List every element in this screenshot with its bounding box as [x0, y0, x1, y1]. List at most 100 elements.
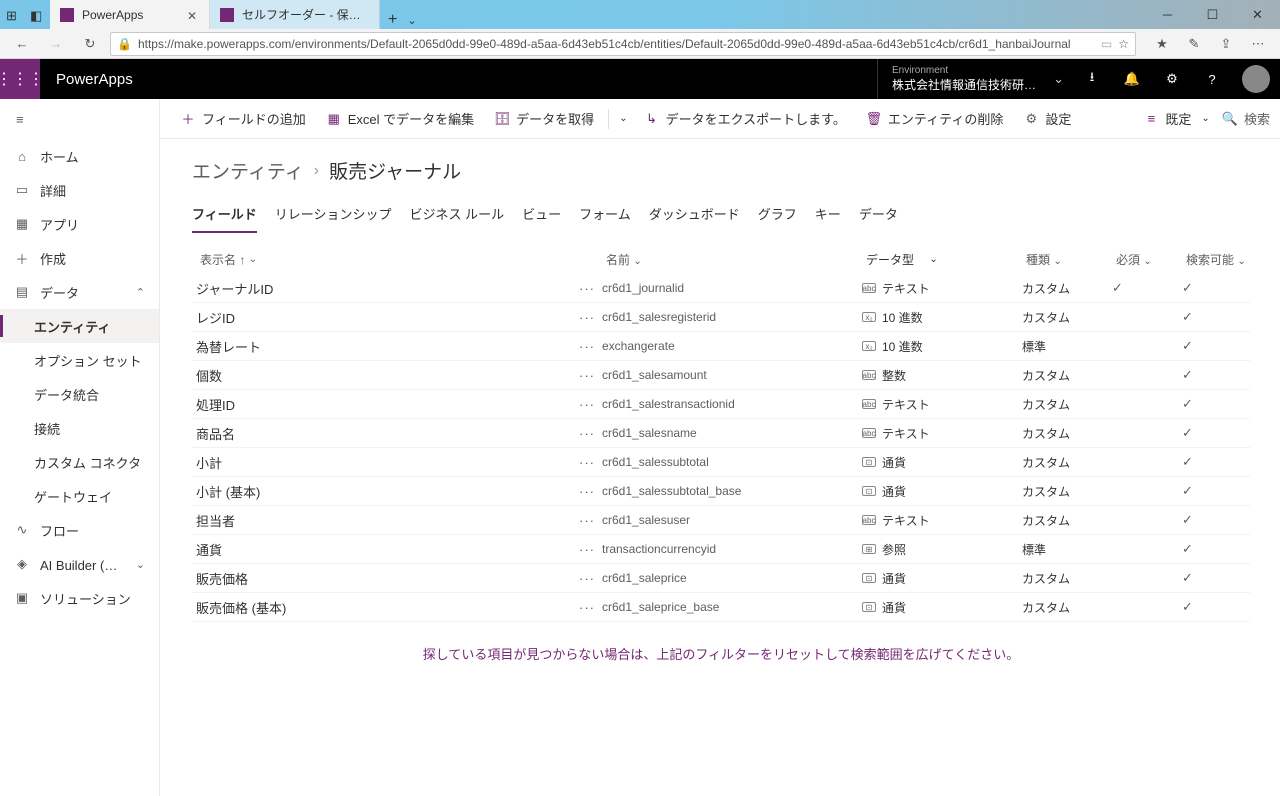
app-launcher-button[interactable]: ⋮⋮⋮ — [0, 59, 40, 99]
col-required[interactable]: 必須 ⌄ — [1116, 251, 1186, 268]
breadcrumb-root[interactable]: エンティティ — [192, 157, 304, 184]
edit-excel-button[interactable]: ▦Excel でデータを編集 — [318, 103, 482, 135]
more-icon[interactable]: ⋯ — [1244, 30, 1272, 58]
table-row[interactable]: レジID···cr6d1_salesregisteridx₂10 進数カスタム✓ — [192, 303, 1250, 332]
chevron-down-icon[interactable]: ⌄ — [407, 14, 416, 27]
row-more-button[interactable]: ··· — [572, 339, 602, 354]
col-display[interactable]: 表示名 ↑ ⌄ — [196, 251, 576, 268]
row-more-button[interactable]: ··· — [572, 426, 602, 441]
row-more-button[interactable]: ··· — [572, 397, 602, 412]
sidebar-item-entities[interactable]: エンティティ — [0, 309, 159, 343]
row-more-button[interactable]: ··· — [572, 542, 602, 557]
table-row[interactable]: 通貨···transactioncurrencyid⊞参照標準✓ — [192, 535, 1250, 564]
sidebar-item-apps[interactable]: ▦アプリ — [0, 207, 159, 241]
settings-icon[interactable]: ⚙ — [1152, 59, 1192, 99]
environment-picker[interactable]: Environment 株式会社情報通信技術研究開... ⌄ — [877, 59, 1072, 99]
sidebar-item-gateways[interactable]: ゲートウェイ — [0, 479, 159, 513]
row-more-button[interactable]: ··· — [572, 455, 602, 470]
sidebar-item-optionsets[interactable]: オプション セット — [0, 343, 159, 377]
sidebar-item-aibuilder[interactable]: ◈AI Builder (プレビュー)⌄ — [0, 547, 159, 581]
type-icon: ⊡ — [862, 573, 876, 583]
col-searchable[interactable]: 検索可能 ⌄ — [1186, 251, 1246, 268]
cell-category: カスタム — [1022, 512, 1112, 529]
reading-view-icon[interactable]: ▭ — [1101, 37, 1112, 51]
new-tab-icon[interactable]: + — [388, 11, 397, 29]
help-icon[interactable]: ? — [1192, 59, 1232, 99]
url-input[interactable]: 🔒 https://make.powerapps.com/environment… — [110, 32, 1136, 56]
row-more-button[interactable]: ··· — [572, 513, 602, 528]
col-type[interactable]: データ型 ⌄ — [866, 251, 1026, 268]
favorites-icon[interactable]: ★ — [1148, 30, 1176, 58]
cell-display: 為替レート — [192, 337, 572, 356]
row-more-button[interactable]: ··· — [572, 368, 602, 383]
apps-icon: ▦ — [14, 216, 30, 232]
favorite-icon[interactable]: ☆ — [1118, 37, 1129, 51]
app-name[interactable]: PowerApps — [40, 71, 149, 88]
notes-icon[interactable]: ✎ — [1180, 30, 1208, 58]
download-icon[interactable]: ⭳ — [1072, 59, 1112, 99]
cell-category: カスタム — [1022, 425, 1112, 442]
get-data-dropdown[interactable]: ⌄ — [615, 103, 631, 135]
maximize-button[interactable]: ☐ — [1190, 0, 1235, 29]
row-more-button[interactable]: ··· — [572, 484, 602, 499]
sidebar-item-data[interactable]: ▤データ⌃ — [0, 275, 159, 309]
tab-keys[interactable]: キー — [815, 200, 841, 233]
share-icon[interactable]: ⇪ — [1212, 30, 1240, 58]
table-row[interactable]: 販売価格 (基本)···cr6d1_saleprice_base⊡通貨カスタム✓ — [192, 593, 1250, 622]
table-row[interactable]: 個数···cr6d1_salesamountabc整数カスタム✓ — [192, 361, 1250, 390]
forward-button[interactable]: → — [42, 30, 70, 58]
tab-fields[interactable]: フィールド — [192, 200, 257, 233]
row-more-button[interactable]: ··· — [572, 281, 602, 296]
sidebar-item-flows[interactable]: ∿フロー — [0, 513, 159, 547]
tab-charts[interactable]: グラフ — [758, 200, 797, 233]
tab-aside-icon[interactable]: ◧ — [30, 8, 44, 22]
cell-category: カスタム — [1022, 483, 1112, 500]
col-name[interactable]: 名前 ⌄ — [606, 251, 866, 268]
notifications-icon[interactable]: 🔔 — [1112, 59, 1152, 99]
sidebar-item-solutions[interactable]: ▣ソリューション — [0, 581, 159, 615]
view-dropdown[interactable]: ≡既定⌄ — [1135, 103, 1217, 135]
back-button[interactable]: ← — [8, 30, 36, 58]
sidebar-item-dataintegration[interactable]: データ統合 — [0, 377, 159, 411]
table-row[interactable]: 処理ID···cr6d1_salestransactionidabcテキストカス… — [192, 390, 1250, 419]
settings-button[interactable]: ⚙設定 — [1015, 103, 1079, 135]
tab-views[interactable]: ビュー — [522, 200, 561, 233]
export-button[interactable]: ↳データをエクスポートします。 — [636, 103, 854, 135]
delete-entity-button[interactable]: 🗑エンティティの削除 — [858, 103, 1011, 135]
tab-rules[interactable]: ビジネス ルール — [410, 200, 505, 233]
tab-data[interactable]: データ — [859, 200, 898, 233]
sidebar-toggle[interactable]: ≡ — [0, 99, 159, 139]
database-icon: 🗄 — [494, 111, 510, 127]
row-more-button[interactable]: ··· — [572, 600, 602, 615]
table-row[interactable]: 小計 (基本)···cr6d1_salessubtotal_base⊡通貨カスタ… — [192, 477, 1250, 506]
search-input[interactable]: 🔍検索 — [1222, 109, 1270, 128]
table-row[interactable]: 商品名···cr6d1_salesnameabcテキストカスタム✓ — [192, 419, 1250, 448]
task-view-icon[interactable]: ⊞ — [6, 8, 20, 22]
tab-powerapps[interactable]: PowerApps ✕ — [50, 0, 210, 29]
sidebar-item-home[interactable]: ⌂ホーム — [0, 139, 159, 173]
tab-forms[interactable]: フォーム — [579, 200, 631, 233]
close-icon[interactable]: ✕ — [187, 9, 199, 21]
table-row[interactable]: 小計···cr6d1_salessubtotal⊡通貨カスタム✓ — [192, 448, 1250, 477]
get-data-button[interactable]: 🗄データを取得 — [486, 103, 602, 135]
sidebar-item-connections[interactable]: 接続 — [0, 411, 159, 445]
minimize-button[interactable]: ─ — [1145, 0, 1190, 29]
refresh-button[interactable]: ↻ — [76, 30, 104, 58]
close-button[interactable]: ✕ — [1235, 0, 1280, 29]
avatar[interactable] — [1242, 65, 1270, 93]
tab-selforder[interactable]: セルフオーダー - 保存済み (発行 — [210, 0, 380, 29]
row-more-button[interactable]: ··· — [572, 310, 602, 325]
add-field-button[interactable]: ＋フィールドの追加 — [172, 103, 314, 135]
table-row[interactable]: 販売価格···cr6d1_saleprice⊡通貨カスタム✓ — [192, 564, 1250, 593]
table-row[interactable]: 為替レート···exchangeratex₂10 進数標準✓ — [192, 332, 1250, 361]
sidebar-item-create[interactable]: ＋作成 — [0, 241, 159, 275]
filter-reset-link[interactable]: 探している項目が見つからない場合は、上記のフィルターをリセットして検索範囲を広げ… — [192, 644, 1250, 663]
row-more-button[interactable]: ··· — [572, 571, 602, 586]
col-category[interactable]: 種類 ⌄ — [1026, 251, 1116, 268]
table-row[interactable]: ジャーナルID···cr6d1_journalidabcテキストカスタム✓✓ — [192, 274, 1250, 303]
sidebar-item-customconnectors[interactable]: カスタム コネクタ — [0, 445, 159, 479]
table-row[interactable]: 担当者···cr6d1_salesuserabcテキストカスタム✓ — [192, 506, 1250, 535]
tab-dashboards[interactable]: ダッシュボード — [649, 200, 740, 233]
tab-relationships[interactable]: リレーションシップ — [275, 200, 392, 233]
sidebar-item-learn[interactable]: ▭詳細 — [0, 173, 159, 207]
